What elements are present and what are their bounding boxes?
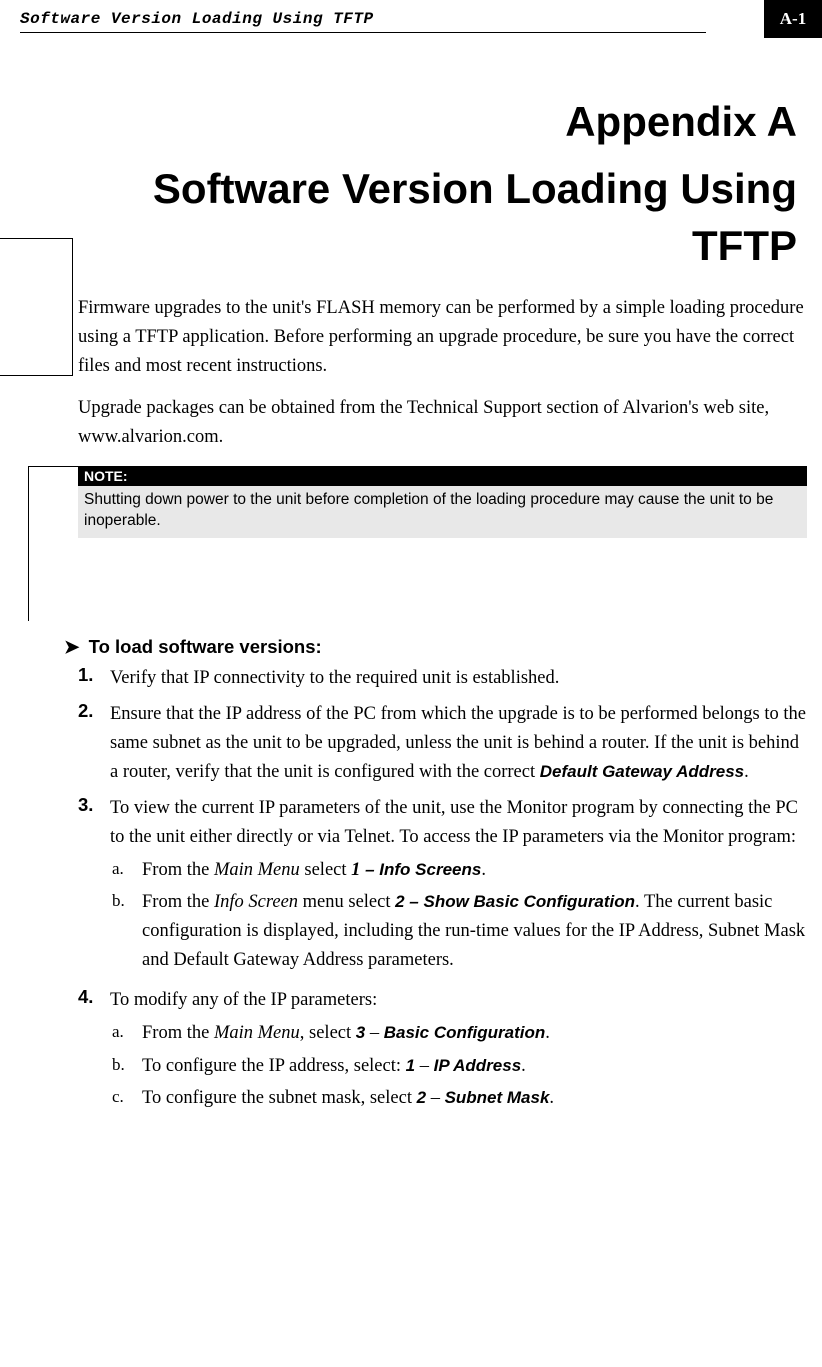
sub-list: a. From the Main Menu select 1 – Info Sc… [110, 856, 807, 975]
sub-text: To configure the IP address, select: 1 –… [142, 1052, 807, 1081]
arrow-icon: ➤ [64, 636, 80, 657]
note-block: NOTE: Shutting down power to the unit be… [78, 466, 807, 538]
step-number: 3. [78, 794, 110, 978]
page: Software Version Loading Using TFTP A-1 … [0, 0, 822, 1165]
section-title: Software Version Loading Using TFTP [78, 161, 807, 274]
running-title: Software Version Loading Using TFTP [0, 0, 764, 28]
sub-item: c. To configure the subnet mask, select … [110, 1084, 807, 1113]
bold-term: Default Gateway Address [540, 762, 744, 781]
step-text: To modify any of the IP parameters: a. F… [110, 986, 807, 1117]
sub-list: a. From the Main Menu, select 3 – Basic … [110, 1019, 807, 1113]
step-item: 4. To modify any of the IP parameters: a… [78, 986, 807, 1117]
note-wrapper: NOTE: Shutting down power to the unit be… [78, 466, 807, 538]
step-text: Ensure that the IP address of the PC fro… [110, 700, 807, 786]
content-area: Appendix A Software Version Loading Usin… [0, 98, 822, 1117]
sub-text: From the Main Menu, select 3 – Basic Con… [142, 1019, 807, 1048]
step-text: To view the current IP parameters of the… [110, 794, 807, 978]
procedure-heading-text: To load software versions: [89, 636, 322, 657]
step-item: 3. To view the current IP parameters of … [78, 794, 807, 978]
step-number: 1. [78, 664, 110, 693]
step-list: 1. Verify that IP connectivity to the re… [78, 664, 807, 1117]
step-text: Verify that IP connectivity to the requi… [110, 664, 559, 693]
sub-text: From the Main Menu select 1 – Info Scree… [142, 856, 807, 885]
header-rule [20, 32, 706, 33]
sub-text: To configure the subnet mask, select 2 –… [142, 1084, 807, 1113]
chapter-title: Appendix A [78, 98, 807, 146]
sub-item: b. To configure the IP address, select: … [110, 1052, 807, 1081]
step-number: 2. [78, 700, 110, 786]
decorative-side-box [0, 238, 73, 376]
page-number: A-1 [780, 9, 806, 29]
sub-item: a. From the Main Menu select 1 – Info Sc… [110, 856, 807, 885]
sub-item: b. From the Info Screen menu select 2 – … [110, 888, 807, 974]
page-header: Software Version Loading Using TFTP A-1 [0, 0, 822, 38]
page-number-box: A-1 [764, 0, 822, 38]
sub-text: From the Info Screen menu select 2 – Sho… [142, 888, 807, 974]
step-item: 1. Verify that IP connectivity to the re… [78, 664, 807, 693]
step-item: 2. Ensure that the IP address of the PC … [78, 700, 807, 786]
note-side-connector [28, 466, 78, 621]
step-number: 4. [78, 986, 110, 1117]
intro-paragraph-1: Firmware upgrades to the unit's FLASH me… [78, 294, 807, 380]
procedure-heading: ➤ To load software versions: [64, 636, 807, 658]
intro-paragraph-2: Upgrade packages can be obtained from th… [78, 394, 807, 451]
note-label: NOTE: [78, 466, 807, 486]
sub-item: a. From the Main Menu, select 3 – Basic … [110, 1019, 807, 1048]
note-content: Shutting down power to the unit before c… [78, 486, 807, 538]
